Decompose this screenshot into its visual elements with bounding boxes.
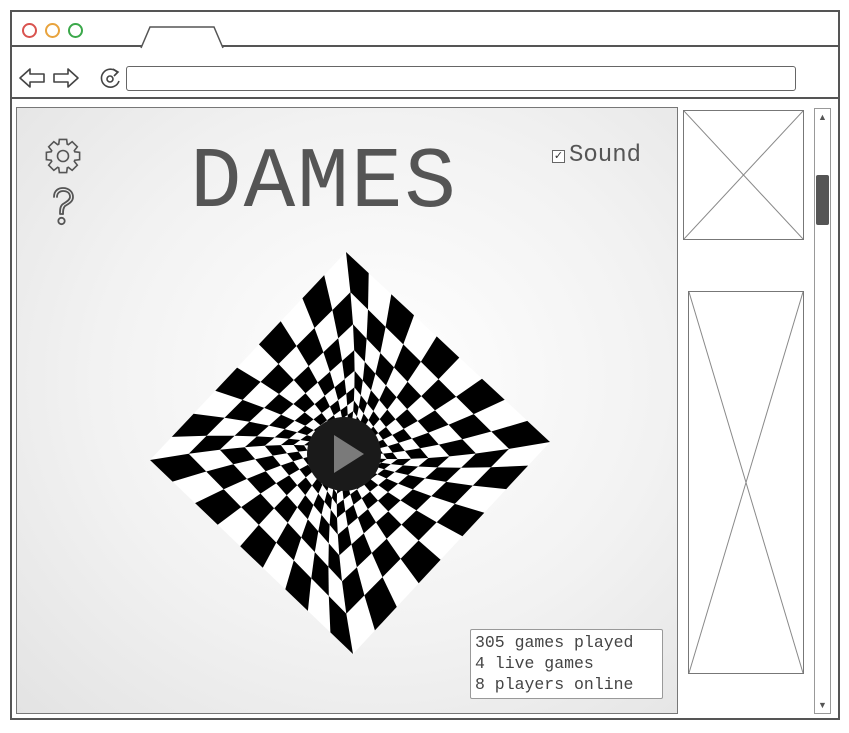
scroll-down-button[interactable]: ▼ bbox=[815, 698, 830, 712]
scrollbar-thumb[interactable] bbox=[816, 175, 829, 225]
stats-box: 305 games played 4 live games 8 players … bbox=[470, 629, 663, 699]
players-online-stat: 8 players online bbox=[475, 675, 634, 694]
play-button[interactable] bbox=[306, 416, 382, 492]
live-games-stat: 4 live games bbox=[475, 654, 594, 673]
scroll-up-button[interactable]: ▲ bbox=[815, 110, 830, 124]
image-placeholder-bottom bbox=[688, 291, 804, 674]
games-played-stat: 305 games played bbox=[475, 633, 634, 652]
image-placeholder-top bbox=[683, 110, 804, 240]
